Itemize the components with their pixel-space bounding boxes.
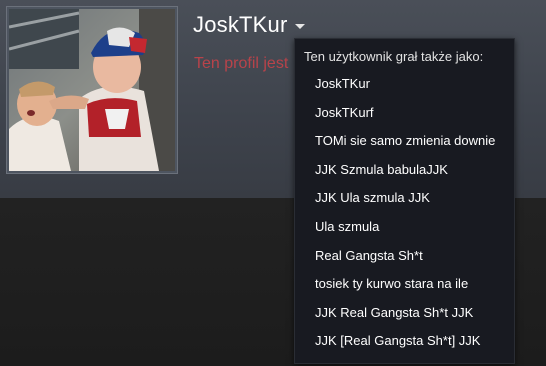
alias-list: JoskTKur JoskTKurf TOMi sie samo zmienia… [295, 76, 514, 362]
private-profile-notice: Ten profil jest [194, 55, 289, 72]
avatar-image [9, 9, 175, 171]
alias-item[interactable]: JJK [Real Gangsta Sh*t] JJK [295, 333, 514, 362]
avatar[interactable] [6, 6, 178, 174]
alias-item[interactable]: Ula szmula [295, 219, 514, 248]
alias-history-dropdown: Ten użytkownik grał także jako: JoskTKur… [294, 38, 515, 364]
alias-item[interactable]: JJK Ula szmula JJK [295, 190, 514, 219]
caret-down-icon[interactable] [295, 24, 305, 29]
alias-item[interactable]: JJK Real Gangsta Sh*t JJK [295, 305, 514, 334]
profile-username[interactable]: JoskTKur [193, 12, 288, 38]
alias-item[interactable]: JJK Szmula babulaJJK [295, 162, 514, 191]
alias-history-title: Ten użytkownik grał także jako: [304, 49, 484, 64]
alias-item[interactable]: JoskTKurf [295, 105, 514, 134]
alias-item[interactable]: JoskTKur [295, 76, 514, 105]
alias-item[interactable]: Real Gangsta Sh*t [295, 248, 514, 277]
alias-item[interactable]: tosiek ty kurwo stara na ile [295, 276, 514, 305]
alias-item[interactable]: TOMi sie samo zmienia downie [295, 133, 514, 162]
